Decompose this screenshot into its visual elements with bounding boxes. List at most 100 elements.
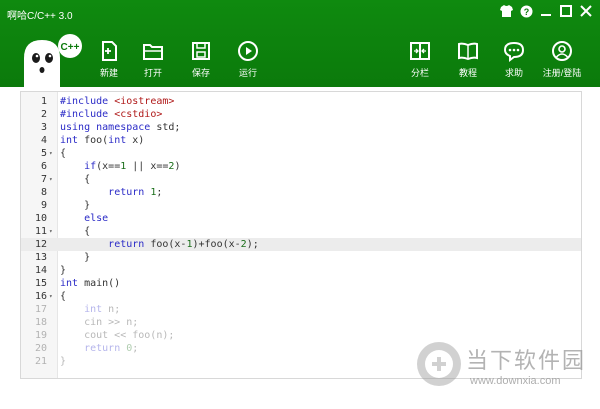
help-label: 求助	[504, 68, 523, 78]
user-icon	[552, 41, 572, 61]
code-line[interactable]: 8 return 1;	[21, 186, 581, 199]
code-text: }	[60, 265, 67, 276]
code-line[interactable]: 12 return foo(x-1)+foo(x-2);	[21, 238, 581, 251]
code-line[interactable]: 15 int main()	[21, 277, 581, 290]
line-number: 11	[34, 226, 47, 237]
code-editor[interactable]: 1 #include <iostream> 2 #include <cstdio> 3 u…	[20, 91, 582, 379]
login-button[interactable]: 注册/登陆	[540, 40, 584, 84]
code-text: {	[60, 174, 91, 185]
line-number: 16	[34, 291, 47, 302]
code-text: return foo(x-1)+foo(x-2);	[108, 239, 259, 250]
title-bar: 啊哈C/C++ 3.0 ? C++ 新建 打开 保存 运行 分栏 教程 求助 注…	[0, 0, 600, 88]
line-number: 7	[40, 174, 47, 185]
help-button[interactable]: 求助	[492, 40, 536, 84]
fold-toggle-icon[interactable]: ▾	[49, 290, 57, 303]
login-label: 注册/登陆	[542, 68, 582, 78]
line-number: 20	[34, 343, 47, 354]
code-line[interactable]: 13 }	[21, 251, 581, 264]
code-line[interactable]: 10 else	[21, 212, 581, 225]
watermark-url: www.downxia.com	[470, 375, 561, 387]
tutorial-label: 教程	[458, 68, 477, 78]
code-line[interactable]: 14}	[21, 264, 581, 277]
run-icon	[238, 41, 258, 61]
line-number: 6	[40, 161, 47, 172]
split-icon	[410, 42, 430, 60]
fold-toggle-icon[interactable]: ▾	[49, 173, 57, 186]
line-number: 17	[34, 304, 47, 315]
logo-badge: C++	[61, 42, 80, 53]
line-number: 12	[34, 239, 47, 250]
open-button[interactable]: 打开	[131, 40, 175, 84]
code-text: int foo(int x)	[60, 135, 145, 146]
code-text: {	[60, 291, 67, 302]
code-text: using namespace std;	[60, 122, 181, 133]
watermark-logo	[417, 342, 461, 386]
code-text: {	[60, 148, 67, 159]
shirt-icon[interactable]	[498, 3, 514, 19]
line-number: 5	[40, 148, 47, 159]
new-button[interactable]: 新建	[87, 40, 131, 84]
code-line[interactable]: 16 ▾{	[21, 290, 581, 303]
app-logo: C++	[18, 32, 90, 88]
app-title: 啊哈C/C++ 3.0	[7, 11, 73, 22]
code-text: }	[60, 200, 91, 211]
split-button[interactable]: 分栏	[398, 40, 442, 84]
maximize-icon[interactable]	[558, 3, 574, 19]
book-icon	[458, 42, 478, 61]
code-line[interactable]: 1 #include <iostream>	[21, 95, 581, 108]
code-text: cout << foo(n);	[60, 330, 175, 341]
code-line[interactable]: 9 }	[21, 199, 581, 212]
open-label: 打开	[143, 68, 162, 78]
code-text: return 1;	[108, 187, 163, 198]
code-line[interactable]: 6 if(x==1 || x==2)	[21, 160, 581, 173]
line-number: 10	[34, 213, 47, 224]
line-number: 2	[40, 109, 47, 120]
code-line[interactable]: 17 int n;	[21, 303, 581, 316]
line-number: 19	[34, 330, 47, 341]
code-line[interactable]: 7 ▾ {	[21, 173, 581, 186]
code-text: {	[60, 226, 91, 237]
code-line[interactable]: 4 int foo(int x)	[21, 134, 581, 147]
code-text: }	[60, 356, 67, 367]
line-number: 18	[34, 317, 47, 328]
minimize-icon[interactable]	[538, 3, 554, 19]
save-icon	[192, 42, 210, 60]
line-number: 14	[34, 265, 47, 276]
line-number: 4	[40, 135, 47, 146]
code-line[interactable]: 19 cout << foo(n);	[21, 329, 581, 342]
save-label: 保存	[191, 68, 210, 78]
save-button[interactable]: 保存	[179, 40, 223, 84]
open-folder-icon	[143, 44, 163, 60]
watermark-name: 当下软件园	[466, 348, 587, 373]
code-text: cin >> n;	[60, 317, 139, 328]
code-line[interactable]: 18 cin >> n;	[21, 316, 581, 329]
tutorial-button[interactable]: 教程	[446, 40, 490, 84]
code-text: }	[60, 252, 91, 263]
code-line[interactable]: 5 ▾{	[21, 147, 581, 160]
code-line[interactable]: 2 #include <cstdio>	[21, 108, 581, 121]
code-text: return 0;	[84, 343, 139, 354]
line-number: 21	[34, 356, 47, 367]
run-button[interactable]: 运行	[226, 40, 270, 84]
run-label: 运行	[238, 68, 257, 78]
line-number: 3	[40, 122, 47, 133]
help-icon[interactable]: ?	[518, 3, 534, 19]
code-text: int n;	[84, 304, 121, 315]
code-line[interactable]: 11 ▾ {	[21, 225, 581, 238]
split-label: 分栏	[410, 68, 429, 78]
code-text: if(x==1 || x==2)	[84, 161, 181, 172]
line-number: 15	[34, 278, 47, 289]
svg-text:?: ?	[523, 7, 529, 17]
code-text: else	[84, 213, 109, 224]
fold-toggle-icon[interactable]: ▾	[49, 225, 57, 238]
chat-icon	[503, 41, 525, 62]
code-line[interactable]: 3 using namespace std;	[21, 121, 581, 134]
close-icon[interactable]	[578, 3, 594, 19]
line-number: 13	[34, 252, 47, 263]
code-text: #include <iostream>	[60, 96, 175, 107]
line-number: 8	[40, 187, 47, 198]
fold-toggle-icon[interactable]: ▾	[49, 147, 57, 160]
line-number: 9	[40, 200, 47, 211]
new-file-icon	[102, 41, 117, 61]
new-label: 新建	[99, 68, 118, 78]
